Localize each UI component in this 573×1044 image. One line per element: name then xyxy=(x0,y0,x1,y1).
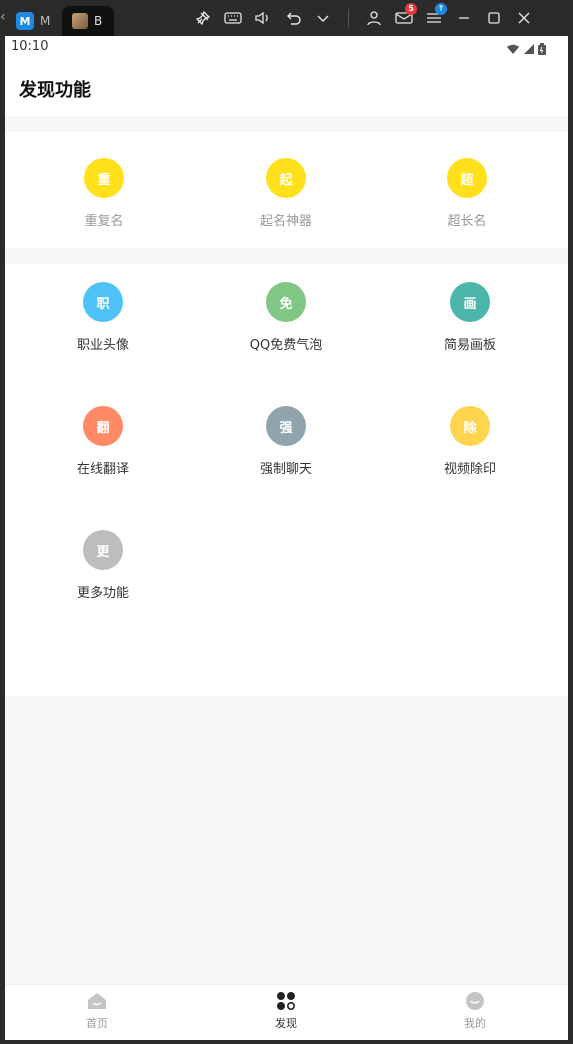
feature-watermark-remove[interactable]: 除 视频除印 xyxy=(395,406,545,477)
close-icon[interactable] xyxy=(509,0,539,36)
nav-home[interactable]: 首页 xyxy=(57,991,137,1031)
nav-profile-label: 我的 xyxy=(464,1017,486,1030)
feature-label: 简易画板 xyxy=(443,338,496,353)
feature-duplicate-name[interactable]: 重 重复名 xyxy=(29,158,179,229)
feature-drawing-board[interactable]: 画 简易画板 xyxy=(395,282,545,353)
duplicate-name-icon: 重 xyxy=(84,158,124,198)
translate-icon: 翻 xyxy=(83,406,123,446)
force-chat-icon: 强 xyxy=(266,406,306,446)
feature-label: 起名神器 xyxy=(259,214,312,229)
feature-label: QQ免费气泡 xyxy=(249,338,323,353)
phone-screen: 10:10 发现功能 重 重复名 起 起名神器 超 超长名 职 职业头像 免 Q… xyxy=(5,36,568,1040)
bottom-nav: 首页 发现 我的 xyxy=(5,984,568,1040)
home-icon xyxy=(87,991,107,1011)
pin-icon[interactable] xyxy=(188,0,218,36)
qq-bubble-icon: 免 xyxy=(266,282,306,322)
feature-label: 视频除印 xyxy=(443,462,496,477)
signal-icon xyxy=(523,40,535,59)
battery-icon xyxy=(538,40,546,59)
feature-label: 强制聊天 xyxy=(259,462,312,477)
minimize-icon[interactable] xyxy=(449,0,479,36)
chevron-down-icon[interactable] xyxy=(308,0,338,36)
watermark-remove-icon: 除 xyxy=(450,406,490,446)
chevron-left-icon[interactable]: ‹ xyxy=(0,9,10,27)
window-tab-active[interactable]: B xyxy=(62,6,114,36)
discover-grid-icon xyxy=(276,991,296,1011)
page-title: 发现功能 xyxy=(19,80,91,101)
feature-label: 超长名 xyxy=(447,214,487,229)
long-name-icon: 超 xyxy=(447,158,487,198)
maximize-icon[interactable] xyxy=(479,0,509,36)
feature-more[interactable]: 更 更多功能 xyxy=(28,530,178,601)
nav-discover[interactable]: 发现 xyxy=(246,991,326,1031)
feature-section-names: 重 重复名 起 起名神器 超 超长名 xyxy=(5,132,568,248)
titlebar-divider xyxy=(348,9,349,27)
tab-thumbnail-icon xyxy=(72,13,88,29)
nav-discover-label: 发现 xyxy=(275,1017,297,1030)
user-icon[interactable] xyxy=(359,0,389,36)
status-time: 10:10 xyxy=(11,39,49,54)
feature-section-tools: 职 职业头像 免 QQ免费气泡 画 简易画板 翻 在线翻译 强 强制聊天 除 视… xyxy=(5,264,568,696)
mail-icon[interactable]: 5 xyxy=(389,0,419,36)
feature-translate[interactable]: 翻 在线翻译 xyxy=(28,406,178,477)
feature-job-avatar[interactable]: 职 职业头像 xyxy=(28,282,178,353)
window-tab-app[interactable]: M M xyxy=(16,6,62,36)
feature-name-generator[interactable]: 起 起名神器 xyxy=(211,158,361,229)
menu-icon[interactable]: ↑ xyxy=(419,0,449,36)
wifi-icon xyxy=(506,40,520,59)
more-features-icon: 更 xyxy=(83,530,123,570)
nav-profile[interactable]: 我的 xyxy=(435,991,515,1031)
profile-icon xyxy=(465,991,485,1011)
mail-count-badge: 5 xyxy=(405,3,417,15)
window-tab-label: M xyxy=(40,14,51,28)
undo-icon[interactable] xyxy=(278,0,308,36)
keyboard-icon[interactable] xyxy=(218,0,248,36)
app-header: 发现功能 xyxy=(5,58,568,116)
app-logo-icon: M xyxy=(16,12,34,30)
update-arrow-icon: ↑ xyxy=(435,3,447,15)
feature-qq-bubble[interactable]: 免 QQ免费气泡 xyxy=(211,282,361,353)
feature-label: 更多功能 xyxy=(76,586,129,601)
feature-label: 在线翻译 xyxy=(76,462,129,477)
nav-home-label: 首页 xyxy=(86,1017,108,1030)
feature-label: 重复名 xyxy=(84,214,124,229)
status-bar: 10:10 xyxy=(5,36,568,58)
feature-long-name[interactable]: 超 超长名 xyxy=(392,158,542,229)
window-titlebar: ‹ M M B 5 ↑ xyxy=(0,0,573,36)
job-avatar-icon: 职 xyxy=(83,282,123,322)
name-generator-icon: 起 xyxy=(266,158,306,198)
drawing-board-icon: 画 xyxy=(450,282,490,322)
feature-force-chat[interactable]: 强 强制聊天 xyxy=(211,406,361,477)
volume-icon[interactable] xyxy=(248,0,278,36)
window-tab-label: B xyxy=(94,14,103,28)
feature-label: 职业头像 xyxy=(76,338,129,353)
